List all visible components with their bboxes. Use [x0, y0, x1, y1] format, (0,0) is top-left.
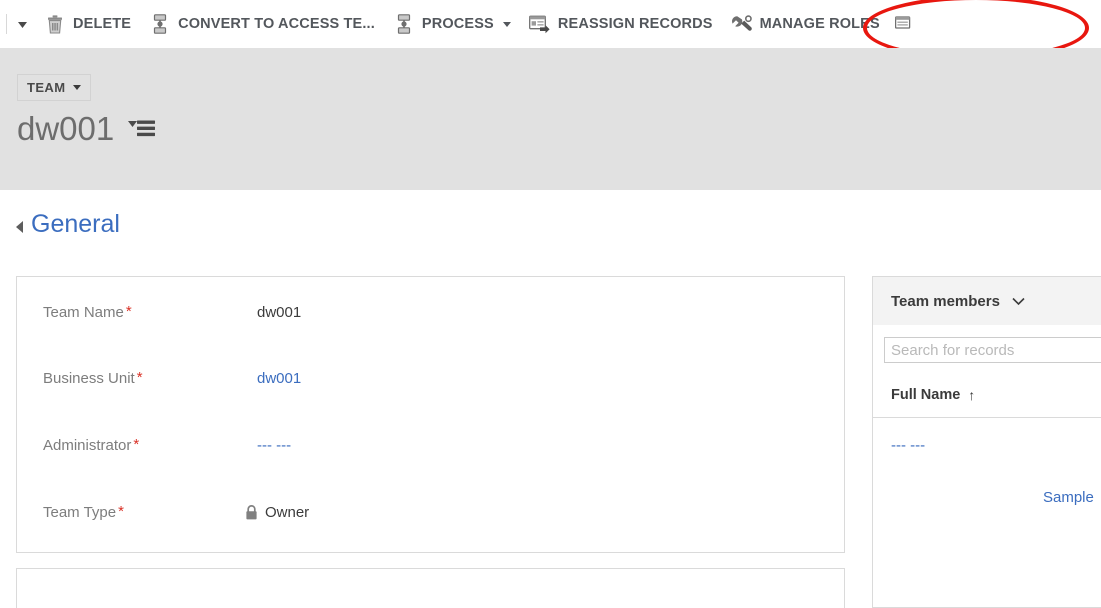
command-bar-overflow-right-button[interactable]: [889, 6, 919, 42]
column-header-label: Full Name: [891, 387, 961, 403]
entity-type-label: TEAM: [27, 80, 66, 95]
general-section-header[interactable]: General: [16, 210, 120, 239]
field-label-team-name: Team Name *: [43, 302, 132, 321]
manage-roles-button[interactable]: MANAGE ROLES: [722, 6, 889, 42]
trash-icon: [44, 13, 66, 35]
field-label-team-type: Team Type *: [43, 502, 124, 521]
process-caret-icon[interactable]: [502, 21, 511, 27]
table-row[interactable]: --- ---: [873, 419, 1101, 471]
convert-to-access-team-button[interactable]: CONVERT TO ACCESS TE...: [140, 6, 384, 42]
more-commands-icon: [893, 13, 915, 35]
required-indicator: *: [125, 302, 132, 320]
page-title: dw001: [17, 110, 115, 147]
reassign-records-button[interactable]: REASSIGN RECORDS: [520, 6, 722, 42]
general-section-title: General: [31, 210, 120, 238]
command-bar: DELETE CONVERT TO ACCESS TE... PROCESS R…: [0, 0, 1101, 48]
table-row[interactable]: Sample: [873, 471, 1101, 523]
convert-to-access-team-button-label: CONVERT TO ACCESS TE...: [178, 16, 375, 32]
field-value-team-type-text: Owner: [265, 503, 310, 521]
member-name-link[interactable]: --- ---: [891, 437, 925, 454]
reassign-records-icon: [529, 13, 551, 35]
reassign-records-button-label: REASSIGN RECORDS: [557, 16, 713, 32]
required-indicator: *: [136, 368, 143, 386]
field-row-business-unit: Business Unit * dw001: [17, 363, 844, 393]
record-title-row: dw001: [17, 112, 156, 145]
command-bar-overflow-left-button[interactable]: [9, 7, 35, 41]
chevron-down-icon: [17, 15, 27, 33]
form-body: General Team Name * dw001 Business Unit * …: [0, 190, 1101, 608]
field-value-team-name[interactable]: dw001: [257, 304, 301, 321]
field-value-business-unit[interactable]: dw001: [257, 370, 301, 387]
team-members-header[interactable]: Team members: [873, 277, 1101, 325]
delete-button-label: DELETE: [73, 16, 132, 32]
manage-roles-button-label: MANAGE ROLES: [759, 16, 880, 32]
required-indicator: *: [133, 435, 140, 453]
field-row-team-name: Team Name * dw001: [17, 297, 844, 327]
wrench-icon: [731, 13, 753, 35]
collapse-triangle-icon: [16, 220, 23, 233]
secondary-fields-card: [16, 568, 845, 608]
required-indicator: *: [118, 502, 124, 520]
search-input[interactable]: [884, 337, 1101, 363]
member-name-link[interactable]: Sample: [1043, 489, 1094, 506]
field-label-business-unit: Business Unit *: [43, 368, 143, 387]
process-button-label: PROCESS: [421, 16, 494, 32]
process-icon: [393, 13, 415, 35]
team-members-panel: Team members Full Name ↑ --- --- Sample: [872, 276, 1101, 608]
lock-icon: [245, 504, 258, 520]
sort-ascending-icon: ↑: [968, 387, 976, 403]
members-list-divider: [873, 417, 1101, 418]
field-row-administrator: Administrator * --- ---: [17, 430, 844, 460]
caret-down-icon: [73, 85, 82, 90]
team-members-title: Team members: [891, 292, 1000, 310]
entity-type-badge[interactable]: TEAM: [17, 74, 92, 101]
convert-team-icon: [149, 13, 171, 35]
process-button[interactable]: PROCESS: [384, 6, 520, 42]
chevron-down-icon[interactable]: [1012, 297, 1025, 306]
column-header-full-name[interactable]: Full Name ↑: [873, 377, 1101, 413]
field-value-administrator[interactable]: --- ---: [257, 437, 291, 454]
form-selector-icon[interactable]: [128, 118, 156, 140]
general-fields-card: Team Name * dw001 Business Unit * dw001 Ad…: [16, 276, 845, 553]
field-label-administrator: Administrator *: [43, 435, 140, 454]
command-bar-separator: [6, 14, 7, 34]
record-header: TEAM dw001: [0, 48, 1101, 190]
delete-button[interactable]: DELETE: [35, 6, 140, 42]
field-value-team-type: Owner: [245, 504, 309, 521]
field-row-team-type: Team Type * Owner: [17, 497, 844, 527]
